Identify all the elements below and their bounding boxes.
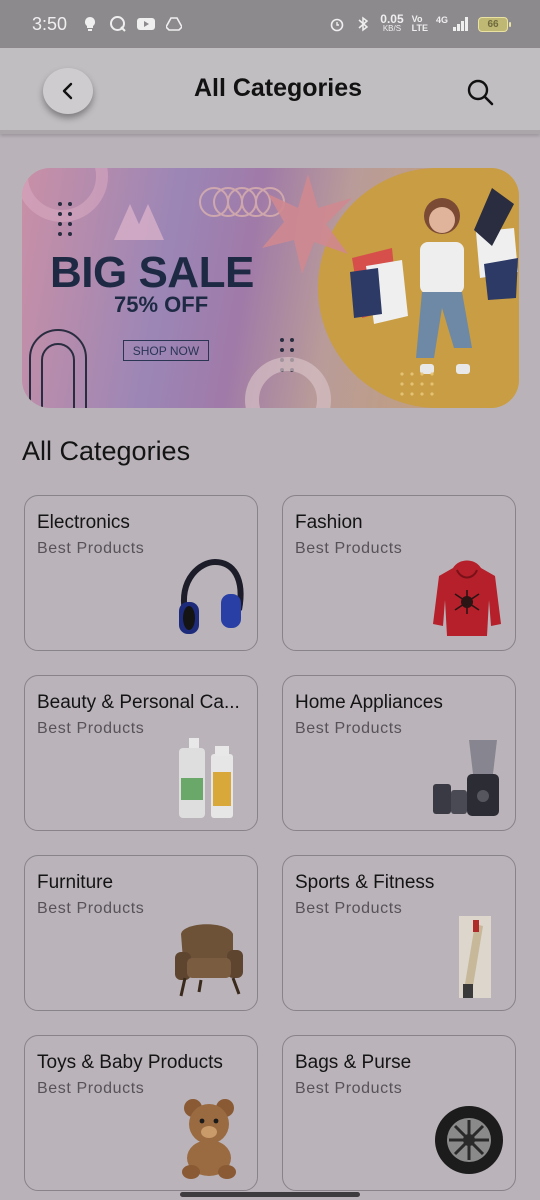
- category-card-furniture[interactable]: Furniture Best Products: [24, 855, 258, 1011]
- category-subtitle: Best Products: [295, 900, 403, 917]
- banner-subtitle: 75% OFF: [114, 292, 209, 317]
- section-title: All Categories: [22, 436, 191, 466]
- bulb-icon: [81, 15, 99, 33]
- category-card-home-appliances[interactable]: Home Appliances Best Products: [282, 675, 516, 831]
- tyre-icon: [435, 1106, 503, 1174]
- signal-icon: [452, 15, 470, 33]
- category-name: Home Appliances: [295, 692, 443, 713]
- category-name: Electronics: [37, 512, 130, 533]
- category-card-beauty[interactable]: Beauty & Personal Ca... Best Products: [24, 675, 258, 831]
- app-header: All Categories: [0, 48, 540, 134]
- category-name: Furniture: [37, 872, 114, 893]
- category-subtitle: Best Products: [37, 900, 145, 917]
- hoodie-icon: [433, 560, 501, 636]
- category-name: Fashion: [295, 512, 363, 533]
- category-card-bags-purse[interactable]: Bags & Purse Best Products: [282, 1035, 516, 1191]
- status-bar: 3:50 0.05 KB/S Vo LTE 4G 66: [0, 0, 540, 48]
- promo-banner[interactable]: BIG SALE 75% OFF SHOP NOW: [22, 168, 519, 408]
- category-subtitle: Best Products: [295, 720, 403, 737]
- shop-now-button[interactable]: SHOP NOW: [123, 340, 209, 361]
- youtube-icon: [137, 15, 156, 33]
- category-name: Toys & Baby Products: [37, 1052, 223, 1073]
- volte-indicator: Vo LTE: [412, 15, 428, 33]
- category-subtitle: Best Products: [295, 540, 403, 557]
- category-card-fashion[interactable]: Fashion Best Products: [282, 495, 516, 651]
- page-title: All Categories: [193, 74, 363, 102]
- category-name: Beauty & Personal Ca...: [37, 692, 240, 713]
- search-button[interactable]: [464, 76, 496, 108]
- net-speed-value: 0.05: [380, 12, 404, 26]
- mixer-grinder-icon: [433, 740, 499, 816]
- cricket-bat-icon: [459, 916, 491, 998]
- category-subtitle: Best Products: [37, 720, 145, 737]
- q-app-icon: [109, 15, 127, 33]
- search-icon: [467, 79, 494, 106]
- home-indicator[interactable]: [180, 1192, 360, 1197]
- teddy-bear-icon: [182, 1099, 236, 1179]
- category-name: Bags & Purse: [295, 1052, 412, 1073]
- armchair-icon: [175, 924, 243, 997]
- volte-bottom: LTE: [411, 23, 428, 33]
- category-card-toys-baby[interactable]: Toys & Baby Products Best Products: [24, 1035, 258, 1191]
- category-subtitle: Best Products: [295, 1080, 403, 1097]
- category-card-electronics[interactable]: Electronics Best Products: [24, 495, 258, 651]
- category-subtitle: Best Products: [37, 1080, 145, 1097]
- network-type: 4G: [435, 15, 448, 25]
- drive-icon: [165, 15, 183, 33]
- banner-title: BIG SALE: [50, 248, 254, 297]
- cosmetics-icon: [179, 738, 233, 818]
- category-card-sports-fitness[interactable]: Sports & Fitness Best Products: [282, 855, 516, 1011]
- net-speed-unit: KB/S: [382, 24, 402, 33]
- category-subtitle: Best Products: [37, 540, 145, 557]
- alarm-icon: [328, 15, 346, 33]
- net-speed: 0.05 KB/S: [380, 12, 404, 34]
- category-name: Sports & Fitness: [295, 872, 435, 893]
- status-time: 3:50: [32, 13, 68, 34]
- headphones-icon: [179, 558, 244, 634]
- battery-indicator: 66: [478, 16, 511, 32]
- bluetooth-icon: [354, 15, 372, 33]
